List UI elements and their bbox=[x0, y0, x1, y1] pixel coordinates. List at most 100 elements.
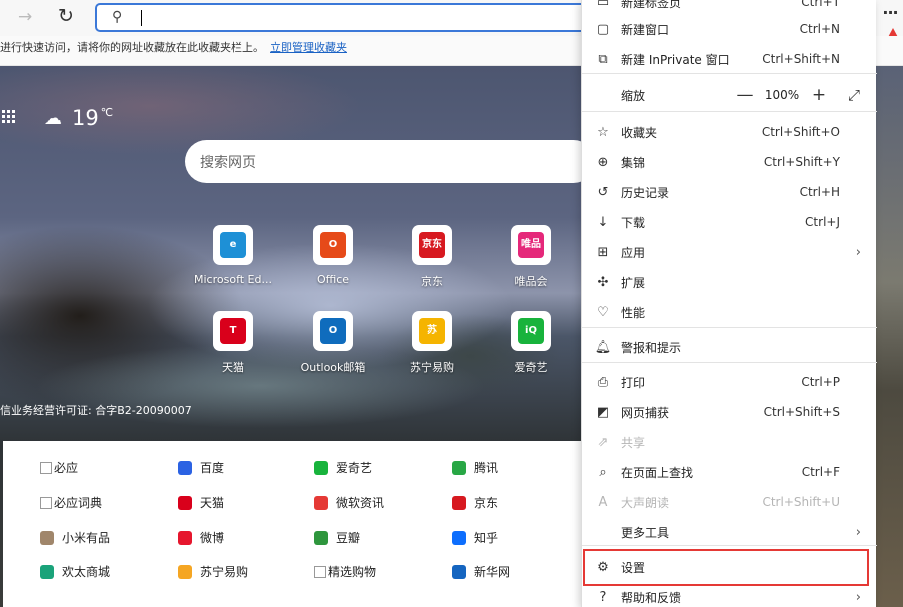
app-launcher-icon[interactable] bbox=[2, 110, 16, 124]
quick-link-tile[interactable]: O Outlook邮箱 bbox=[293, 311, 373, 375]
site-link[interactable]: 知乎 bbox=[452, 529, 498, 546]
tmall-icon: T bbox=[220, 318, 246, 344]
capture-icon: ◩ bbox=[596, 404, 610, 420]
menu-item[interactable]: ↺ 历史记录 Ctrl+H bbox=[582, 177, 877, 207]
zoom-controls: — 100% + ⤢ bbox=[731, 85, 867, 105]
chevron-right-icon: › bbox=[855, 524, 861, 540]
menu-item-shortcut: Ctrl+Shift+U bbox=[762, 495, 840, 509]
settings-more-button[interactable]: ··· bbox=[879, 3, 901, 31]
outlook-icon: O bbox=[320, 318, 346, 344]
chevron-right-icon: › bbox=[855, 244, 861, 260]
manage-favorites-link[interactable]: 立即管理收藏夹 bbox=[270, 41, 347, 54]
site-link-label: 小米有品 bbox=[62, 531, 111, 545]
forward-icon[interactable]: → bbox=[18, 7, 32, 27]
menu-item[interactable]: ↓ 下载 Ctrl+J bbox=[582, 207, 877, 237]
menu-item[interactable]: ⊕ 集锦 Ctrl+Shift+Y bbox=[582, 147, 877, 177]
menu-item-label: 帮助和反馈 bbox=[621, 590, 682, 605]
menu-item-label: 新建标签页 bbox=[621, 0, 682, 10]
zoom-in-button[interactable]: + bbox=[805, 85, 833, 105]
menu-item[interactable]: ☆ 收藏夹 Ctrl+Shift+O bbox=[582, 117, 877, 147]
menu-item-shortcut: Ctrl+J bbox=[805, 215, 840, 229]
site-link[interactable]: 百度 bbox=[178, 459, 224, 476]
weather-unit: ℃ bbox=[100, 105, 114, 119]
download-icon: ↓ bbox=[597, 214, 609, 230]
site-link-label: 必应 bbox=[54, 461, 79, 475]
douban-icon bbox=[314, 530, 328, 545]
site-link[interactable]: 苏宁易购 bbox=[178, 563, 248, 580]
zhihu-icon bbox=[452, 530, 466, 545]
site-link[interactable]: 豆瓣 bbox=[314, 529, 360, 546]
site-link[interactable]: 欢太商城 bbox=[40, 563, 110, 580]
menu-item[interactable]: ⧉ 新建 InPrivate 窗口 Ctrl+Shift+N bbox=[582, 44, 877, 74]
site-link-label: 天猫 bbox=[200, 496, 225, 510]
menu-item: ⇗ 共享 bbox=[582, 427, 877, 457]
site-link[interactable]: 微软资讯 bbox=[314, 494, 384, 511]
menu-item[interactable]: 缩放 — 100% + ⤢ bbox=[582, 80, 877, 110]
menu-item[interactable]: ⌕ 在页面上查找 Ctrl+F bbox=[582, 457, 877, 487]
quick-link-label: 唯品会 bbox=[514, 275, 548, 288]
new-tab-icon: ▭ bbox=[596, 0, 610, 10]
broken-image-icon bbox=[40, 461, 52, 474]
menu-item-shortcut: Ctrl+Shift+O bbox=[761, 125, 840, 139]
site-link-label: 腾讯 bbox=[474, 461, 499, 475]
menu-item-label: 收藏夹 bbox=[621, 125, 658, 140]
site-link-label: 精选购物 bbox=[328, 565, 377, 579]
jd-icon: 京东 bbox=[419, 232, 445, 258]
text-caret bbox=[141, 10, 142, 26]
heytap-icon bbox=[40, 564, 54, 579]
menu-item[interactable]: ⊞ 应用 › bbox=[582, 237, 877, 267]
quick-link-label: Office bbox=[316, 273, 350, 286]
quick-link-tile[interactable]: T 天猫 bbox=[193, 311, 273, 375]
site-link[interactable]: 精选购物 bbox=[314, 563, 376, 580]
quick-link-tile[interactable]: 苏苏宁易购 bbox=[392, 311, 472, 375]
menu-item[interactable]: ✣ 扩展 bbox=[582, 267, 877, 297]
menu-item-shortcut: Ctrl+Shift+S bbox=[763, 405, 840, 419]
web-search-box[interactable]: 搜索网页 bbox=[185, 140, 595, 183]
menu-item-label: 大声朗读 bbox=[621, 495, 670, 510]
fullscreen-icon[interactable]: ⤢ bbox=[841, 86, 867, 104]
settings-highlight-box bbox=[583, 549, 869, 586]
quick-link-tile[interactable]: 唯品会唯品会 bbox=[491, 225, 571, 289]
site-link[interactable]: 小米有品 bbox=[40, 529, 110, 546]
quick-link-tile[interactable]: O Office bbox=[293, 225, 373, 286]
menu-item[interactable]: ▢ 新建窗口 Ctrl+N bbox=[582, 14, 877, 44]
extensions-icon: ✣ bbox=[597, 274, 609, 290]
inprivate-icon: ⧉ bbox=[598, 51, 608, 67]
menu-item-label: 警报和提示 bbox=[621, 340, 682, 355]
site-link[interactable]: 天猫 bbox=[178, 494, 224, 511]
menu-item-label: 打印 bbox=[621, 375, 646, 390]
office-icon: O bbox=[320, 232, 346, 258]
menu-item[interactable]: ♡ 性能 bbox=[582, 297, 877, 327]
site-link[interactable]: 必应词典 bbox=[40, 494, 102, 511]
quick-link-label: 天猫 bbox=[222, 361, 244, 374]
site-link[interactable]: 爱奇艺 bbox=[314, 459, 372, 476]
zoom-out-button[interactable]: — bbox=[731, 85, 759, 105]
site-link[interactable]: 新华网 bbox=[452, 563, 510, 580]
quick-link-tile[interactable]: e Microsoft Ed... bbox=[193, 225, 273, 286]
quick-link-label: 苏宁易购 bbox=[410, 361, 454, 374]
quick-link-label: Microsoft Ed... bbox=[194, 273, 272, 286]
tmall-icon bbox=[178, 495, 192, 510]
menu-item[interactable]: 🔔︎ 警报和提示 bbox=[582, 332, 877, 362]
weather-widget[interactable]: ☁ 19 ℃ bbox=[44, 105, 114, 131]
menu-item[interactable]: 更多工具 › bbox=[582, 517, 877, 547]
site-link-label: 苏宁易购 bbox=[200, 565, 249, 579]
menu-item-label: 在页面上查找 bbox=[621, 465, 694, 480]
weibo-icon bbox=[178, 530, 192, 545]
site-link-label: 百度 bbox=[200, 461, 225, 475]
msn-icon bbox=[314, 495, 328, 510]
menu-item[interactable]: ⎙ 打印 Ctrl+P bbox=[582, 367, 877, 397]
site-link[interactable]: 京东 bbox=[452, 494, 498, 511]
site-link[interactable]: 必应 bbox=[40, 459, 78, 476]
site-link[interactable]: 微博 bbox=[178, 529, 224, 546]
quick-link-tile[interactable]: iQ 爱奇艺 bbox=[491, 311, 571, 375]
quick-link-icon-frame: 京东 bbox=[412, 225, 452, 265]
search-icon: ⚲ bbox=[112, 9, 123, 25]
license-text: 信业务经营许可证: 合字B2-20090007 bbox=[0, 404, 192, 417]
quick-link-tile[interactable]: 京东 京东 bbox=[392, 225, 472, 289]
refresh-icon[interactable]: ↻ bbox=[58, 5, 74, 27]
quick-link-icon-frame: T bbox=[213, 311, 253, 351]
address-bar[interactable]: ⚲ bbox=[95, 3, 595, 32]
menu-item[interactable]: ◩ 网页捕获 Ctrl+Shift+S bbox=[582, 397, 877, 427]
site-link[interactable]: 腾讯 bbox=[452, 459, 498, 476]
